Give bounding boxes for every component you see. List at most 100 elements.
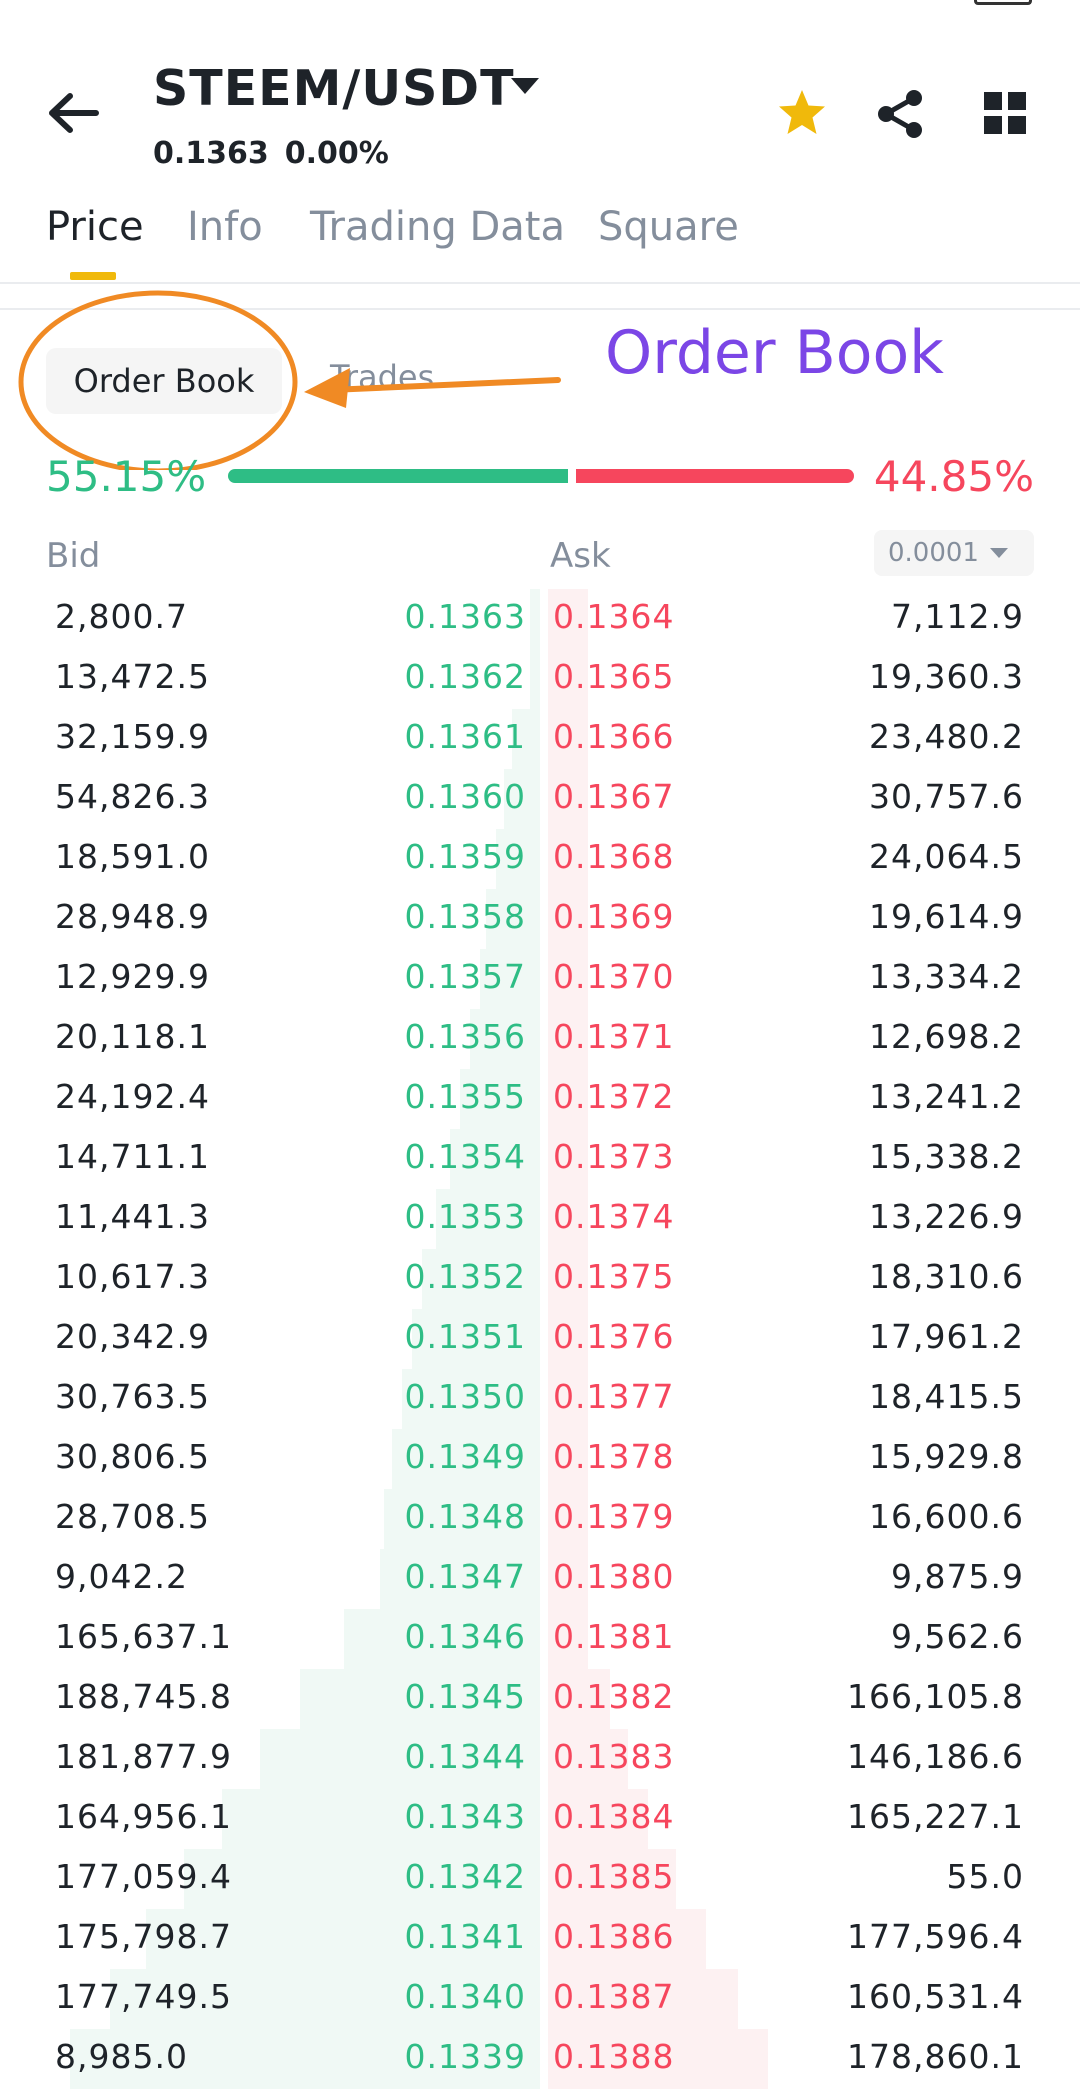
caret-down-icon[interactable] [508,72,542,102]
ask-quantity: 15,929.8 [869,1437,1024,1476]
bid-quantity: 9,042.2 [55,1557,188,1596]
last-price: 0.1363 [153,136,269,171]
bid-quantity: 32,159.9 [55,717,210,756]
bid-price: 0.1356 [404,1017,526,1056]
order-book-row[interactable]: 13,472.5 0.1362 0.1365 19,360.3 [0,657,1080,717]
bid-quantity: 20,118.1 [55,1017,210,1056]
order-book-row[interactable]: 11,441.3 0.1353 0.1374 13,226.9 [0,1197,1080,1257]
order-book-row[interactable]: 18,591.0 0.1359 0.1368 24,064.5 [0,837,1080,897]
ask-price: 0.1367 [553,777,675,816]
ask-quantity: 165,227.1 [847,1797,1024,1836]
precision-select[interactable]: 0.0001 [874,530,1034,576]
ask-quantity: 13,334.2 [869,957,1024,996]
bid-price: 0.1363 [404,597,526,636]
status-bar [0,0,1080,14]
order-book-row[interactable]: 175,798.7 0.1341 0.1386 177,596.4 [0,1917,1080,1977]
favorite-button[interactable] [776,88,828,138]
bid-quantity: 30,763.5 [55,1377,210,1416]
bid-column-header: Bid [46,536,101,576]
ask-price: 0.1375 [553,1257,675,1296]
ask-price: 0.1384 [553,1797,675,1836]
bid-price: 0.1339 [404,2037,526,2076]
bid-price: 0.1341 [404,1917,526,1956]
ask-price: 0.1371 [553,1017,675,1056]
bid-price: 0.1361 [404,717,526,756]
bid-quantity: 177,749.5 [55,1977,232,2016]
precision-value: 0.0001 [888,538,979,568]
ask-price: 0.1378 [553,1437,675,1476]
annotation-label: Order Book [605,318,944,388]
order-book-row[interactable]: 9,042.2 0.1347 0.1380 9,875.9 [0,1557,1080,1617]
ask-price: 0.1373 [553,1137,675,1176]
tab-trading-data[interactable]: Trading Data [310,204,565,250]
ask-price: 0.1379 [553,1497,675,1536]
bid-price: 0.1345 [404,1677,526,1716]
bid-price: 0.1350 [404,1377,526,1416]
bid-quantity: 20,342.9 [55,1317,210,1356]
order-book-row[interactable]: 177,059.4 0.1342 0.1385 55.0 [0,1857,1080,1917]
tab-info[interactable]: Info [187,204,263,250]
bid-price: 0.1355 [404,1077,526,1116]
order-book-row[interactable]: 20,118.1 0.1356 0.1371 12,698.2 [0,1017,1080,1077]
ask-price: 0.1388 [553,2037,675,2076]
order-book-row[interactable]: 30,763.5 0.1350 0.1377 18,415.5 [0,1377,1080,1437]
order-book-row[interactable]: 54,826.3 0.1360 0.1367 30,757.6 [0,777,1080,837]
ask-price: 0.1385 [553,1857,675,1896]
bid-quantity: 181,877.9 [55,1737,232,1776]
order-book-row[interactable]: 30,806.5 0.1349 0.1378 15,929.8 [0,1437,1080,1497]
arrow-left-icon [49,93,99,133]
order-book-row[interactable]: 28,708.5 0.1348 0.1379 16,600.6 [0,1497,1080,1557]
order-book-row[interactable]: 2,800.7 0.1363 0.1364 7,112.9 [0,597,1080,657]
bid-quantity: 164,956.1 [55,1797,232,1836]
grid-icon [984,92,1026,134]
ask-price: 0.1364 [553,597,675,636]
order-book-row[interactable]: 188,745.8 0.1345 0.1382 166,105.8 [0,1677,1080,1737]
ask-price: 0.1383 [553,1737,675,1776]
bid-price: 0.1360 [404,777,526,816]
pair-title[interactable]: STEEM/USDT [153,60,515,117]
order-book-row[interactable]: 177,749.5 0.1340 0.1387 160,531.4 [0,1977,1080,2037]
ask-price: 0.1366 [553,717,675,756]
order-book-row[interactable]: 8,985.0 0.1339 0.1388 178,860.1 [0,2037,1080,2097]
ask-price: 0.1372 [553,1077,675,1116]
order-book-row[interactable]: 12,929.9 0.1357 0.1370 13,334.2 [0,957,1080,1017]
bid-price: 0.1348 [404,1497,526,1536]
ask-quantity: 55.0 [946,1857,1024,1896]
ask-quantity: 19,360.3 [869,657,1024,696]
order-book-row[interactable]: 165,637.1 0.1346 0.1381 9,562.6 [0,1617,1080,1677]
order-book-row[interactable]: 28,948.9 0.1358 0.1369 19,614.9 [0,897,1080,957]
bid-quantity: 175,798.7 [55,1917,232,1956]
share-button[interactable] [874,88,926,140]
ask-quantity: 19,614.9 [869,897,1024,936]
tab-square[interactable]: Square [598,204,739,250]
ask-price: 0.1377 [553,1377,675,1416]
caret-down-icon [990,548,1008,558]
order-book-row[interactable]: 164,956.1 0.1343 0.1384 165,227.1 [0,1797,1080,1857]
order-book-row[interactable]: 10,617.3 0.1352 0.1375 18,310.6 [0,1257,1080,1317]
bid-quantity: 24,192.4 [55,1077,210,1116]
ask-quantity: 9,562.6 [891,1617,1024,1656]
ask-ratio: 44.85% [873,452,1034,501]
annotation-arrow-line [327,377,561,393]
order-book-row[interactable]: 20,342.9 0.1351 0.1376 17,961.2 [0,1317,1080,1377]
ask-quantity: 18,415.5 [869,1377,1024,1416]
back-button[interactable] [48,88,100,138]
order-book-row[interactable]: 14,711.1 0.1354 0.1373 15,338.2 [0,1137,1080,1197]
bid-quantity: 28,708.5 [55,1497,210,1536]
ask-price: 0.1369 [553,897,675,936]
ask-quantity: 7,112.9 [891,597,1024,636]
ask-quantity: 17,961.2 [869,1317,1024,1356]
order-book-row[interactable]: 32,159.9 0.1361 0.1366 23,480.2 [0,717,1080,777]
ask-quantity: 166,105.8 [847,1677,1024,1716]
grid-menu-button[interactable] [984,92,1026,134]
ask-quantity: 23,480.2 [869,717,1024,756]
bid-quantity: 177,059.4 [55,1857,232,1896]
bid-quantity: 14,711.1 [55,1137,210,1176]
pair-price: 0.1363 0.00% [153,136,405,171]
ask-price: 0.1376 [553,1317,675,1356]
ask-ratio-bar [576,469,854,483]
tab-price[interactable]: Price [46,204,144,250]
order-book-row[interactable]: 181,877.9 0.1344 0.1383 146,186.6 [0,1737,1080,1797]
order-book-row[interactable]: 24,192.4 0.1355 0.1372 13,241.2 [0,1077,1080,1137]
bid-ratio-bar [228,469,568,483]
